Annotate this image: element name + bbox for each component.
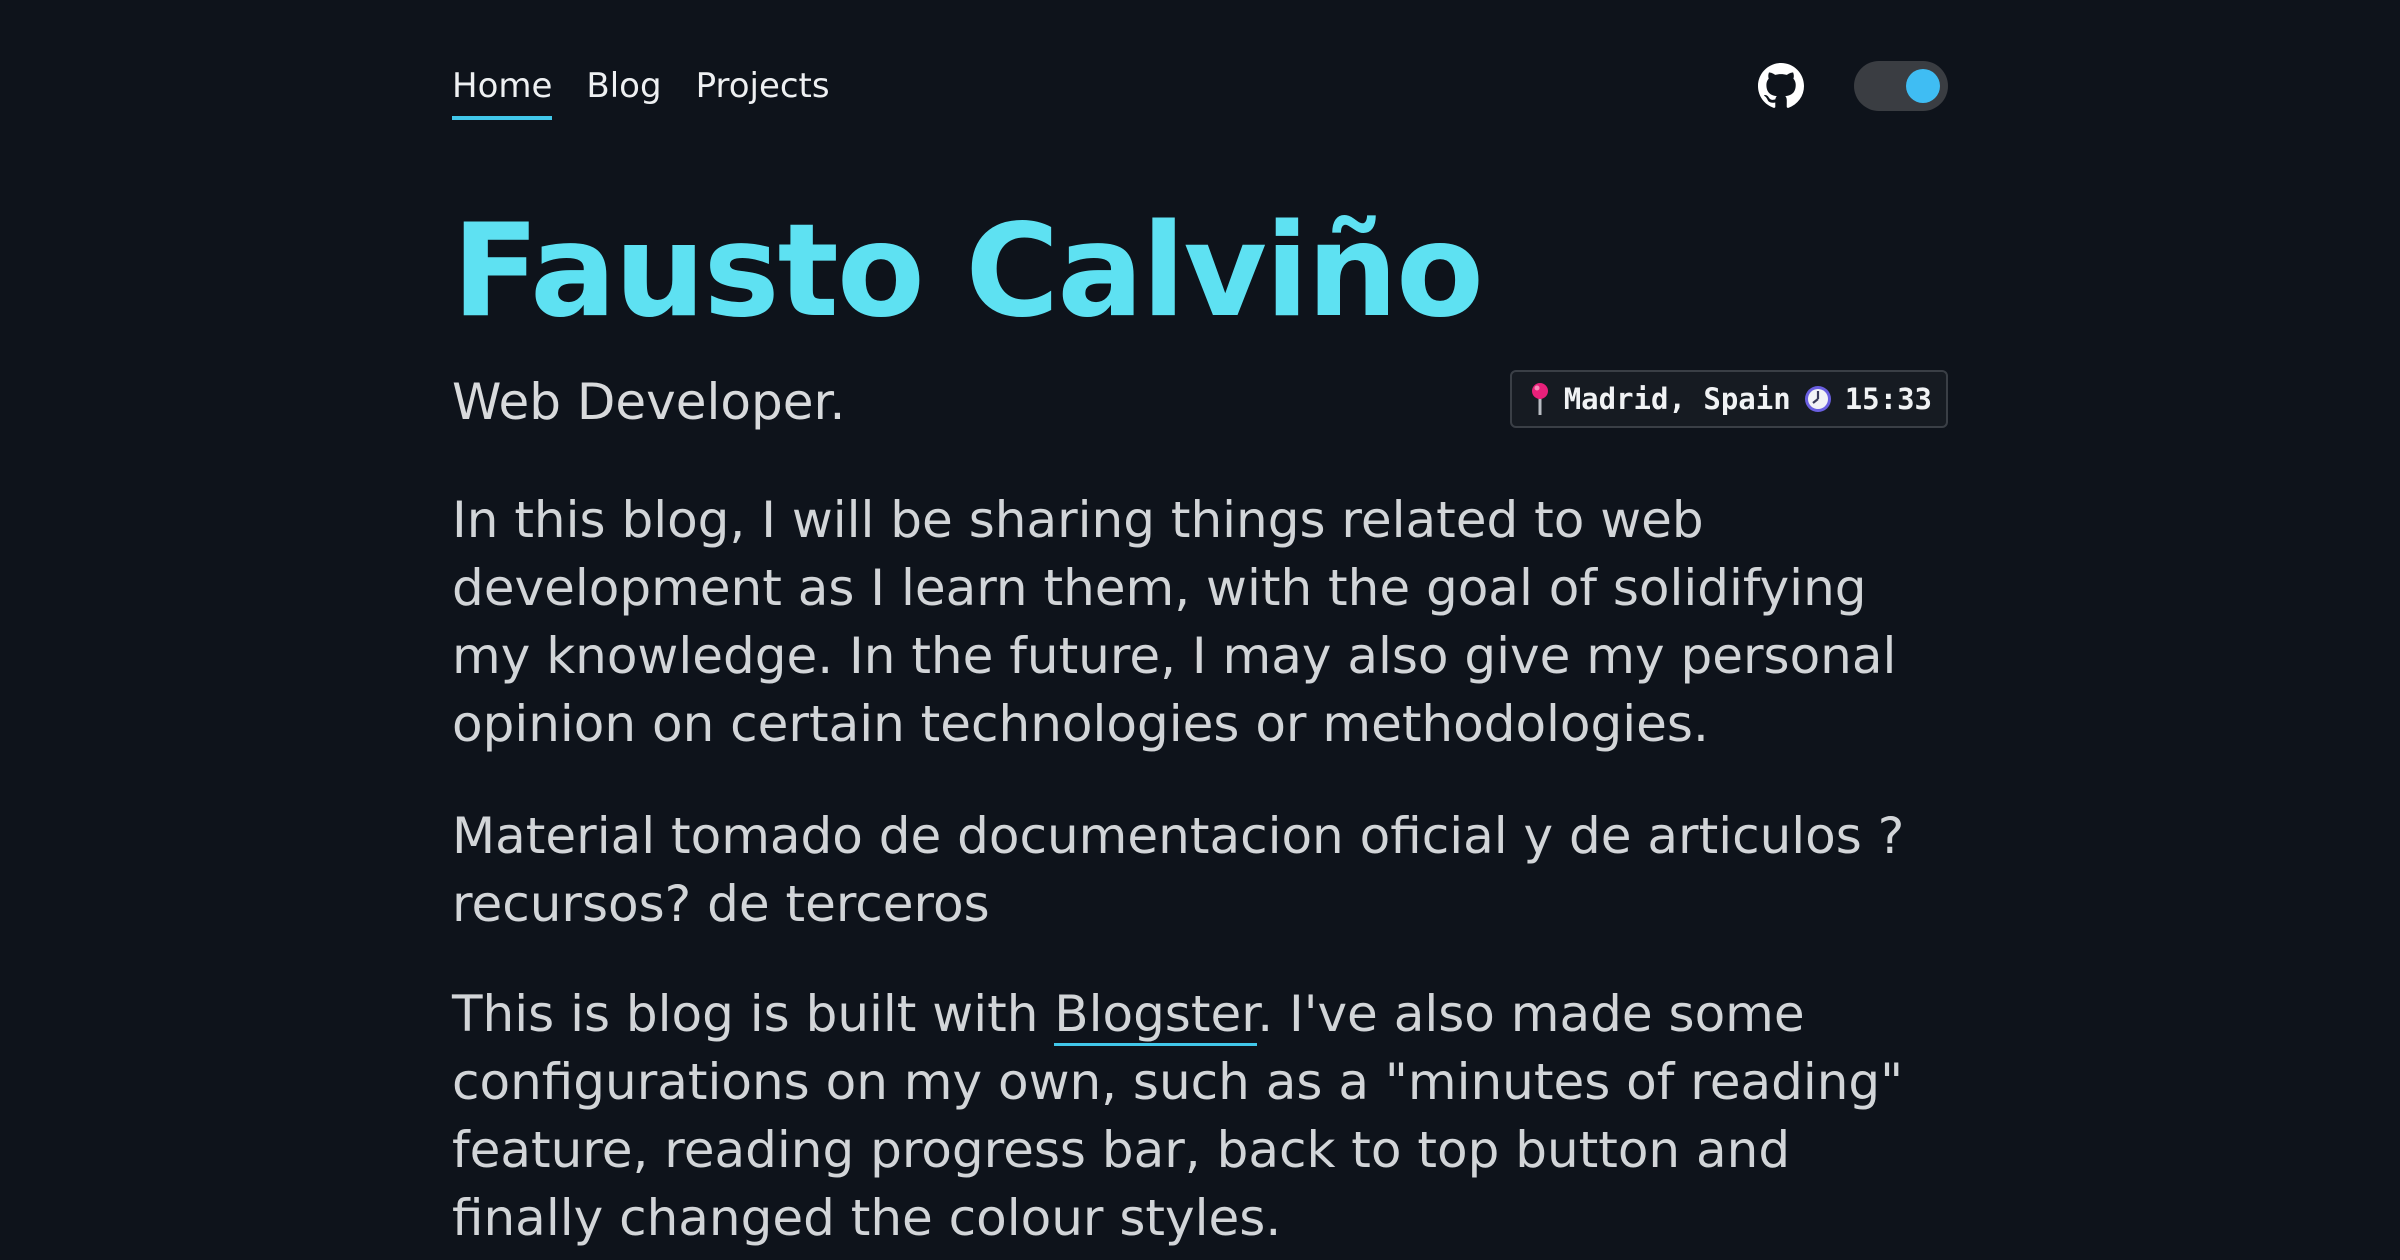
nav-links: Home Blog Projects [452,60,830,120]
built-with-paragraph: This is blog is built with Blogster. I'v… [452,980,1948,1252]
blogster-link[interactable]: Blogster [1054,985,1258,1046]
built-with-text-before: This is blog is built with [452,985,1055,1043]
clock-icon [1804,386,1831,412]
location-time-badge: Madrid, Spain 15:33 [1509,370,1948,428]
sources-paragraph: Material tomado de documentacion oficial… [452,807,1905,933]
nav-actions [1758,60,1948,112]
theme-toggle[interactable] [1854,61,1948,111]
top-nav: Home Blog Projects [452,60,1948,124]
location-text: Madrid, Spain [1563,382,1791,416]
page-title: Fausto Calviño [452,197,1484,346]
nav-link-projects[interactable]: Projects [696,60,830,120]
page: Home Blog Projects Fausto Calviño Web De… [0,0,2400,1260]
nav-link-blog[interactable]: Blog [586,60,661,120]
intro-paragraph: In this blog, I will be sharing things r… [452,491,1897,753]
github-link[interactable] [1758,63,1804,109]
github-icon [1758,63,1804,108]
time-text: 15:33 [1844,382,1932,416]
theme-toggle-knob [1906,69,1940,103]
page-subtitle: Web Developer. [452,373,846,431]
pin-icon [1531,383,1548,415]
nav-link-home[interactable]: Home [452,60,553,120]
